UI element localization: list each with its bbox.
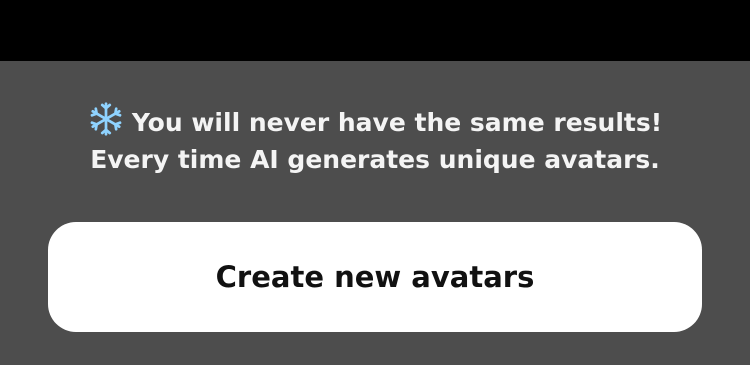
info-line-1: You will never have the same results!: [0, 101, 750, 141]
snowflake-icon: [90, 102, 122, 136]
top-bar: [0, 0, 750, 61]
info-line-1-text: You will never have the same results!: [131, 108, 663, 137]
create-new-avatars-button[interactable]: Create new avatars: [48, 222, 702, 332]
avatar-info-panel: You will never have the same results! Ev…: [0, 61, 750, 365]
info-message: You will never have the same results! Ev…: [0, 101, 750, 178]
info-line-2: Every time AI generates unique avatars.: [90, 145, 660, 174]
